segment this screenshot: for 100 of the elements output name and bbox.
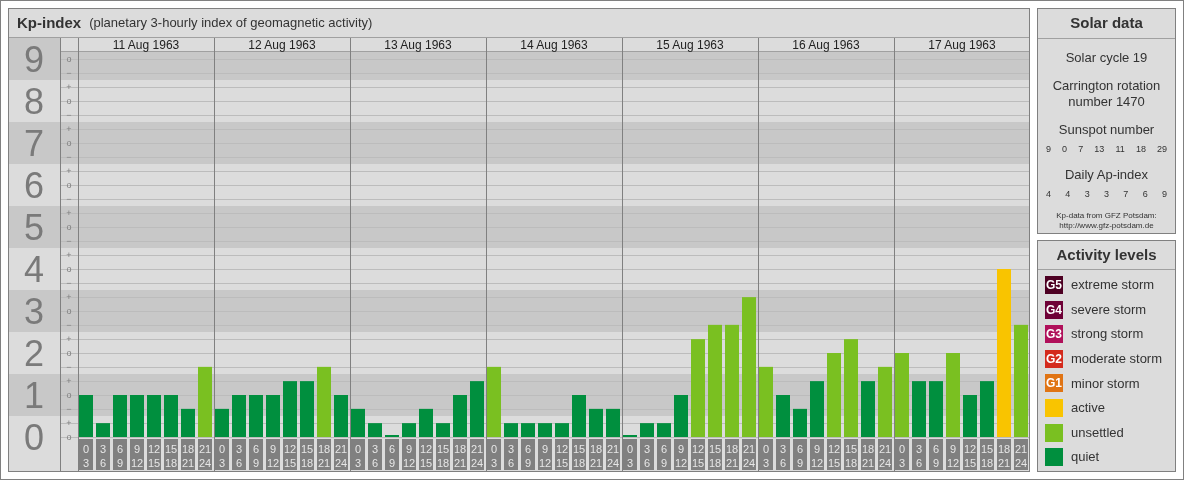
hour-range-label: 0 3 (351, 439, 365, 470)
ap-value: 9 (1161, 188, 1167, 201)
hour-range-label: 21 24 (742, 439, 756, 470)
x-tick-label: 12 15 (419, 443, 433, 469)
x-tick-label: 15 18 (300, 443, 314, 469)
x-tick-label: 18 21 (453, 443, 467, 469)
minor-tick-label: o (66, 222, 72, 232)
x-tick-label: 9 12 (538, 443, 552, 469)
x-tick-label: 21 24 (742, 443, 756, 469)
hour-range-label: 12 15 (963, 439, 977, 470)
hour-range-label: 21 24 (1014, 439, 1028, 470)
x-tick-label: 6 9 (932, 443, 940, 469)
minor-tick-label: + (66, 250, 72, 260)
x-tick-label: 9 12 (810, 443, 824, 469)
y-axis-label: 3 (24, 291, 44, 332)
sunspot-label: Sunspot number (1058, 120, 1155, 139)
minor-tick-label: − (66, 236, 72, 246)
kp-bar (606, 408, 620, 437)
minor-tick-label: + (66, 376, 72, 386)
minor-tick-label: + (66, 124, 72, 134)
hour-range-label: 15 18 (708, 439, 722, 470)
hour-range-label: 12 15 (283, 439, 297, 470)
level-label: active (1071, 399, 1105, 418)
kp-bar (453, 395, 467, 437)
level-label: severe storm (1071, 300, 1147, 319)
y-axis-label: 4 (24, 249, 44, 290)
x-tick-label: 18 21 (861, 443, 875, 469)
kp-bar (674, 395, 688, 437)
hour-range-label: 6 9 (929, 439, 943, 470)
ap-index-label: Daily Ap-index (1064, 165, 1149, 184)
x-tick-label: 21 24 (334, 443, 348, 469)
hour-range-label: 0 3 (79, 439, 93, 470)
minor-tick-label: − (66, 404, 72, 414)
x-tick-label: 21 24 (470, 443, 484, 469)
minor-tick-label: + (66, 292, 72, 302)
x-tick-label: 21 24 (198, 443, 212, 469)
x-tick-label: 18 21 (317, 443, 331, 469)
kp-bar (181, 408, 195, 437)
kp-bar (436, 423, 450, 437)
hour-range-label: 6 9 (385, 439, 399, 470)
x-tick-label: 12 15 (963, 443, 977, 469)
hour-range-label: 15 18 (980, 439, 994, 470)
hour-range-label: 6 9 (249, 439, 263, 470)
sunspot-value: 11 (1115, 143, 1125, 156)
hour-range-label: 18 21 (725, 439, 739, 470)
x-tick-label: 18 21 (181, 443, 195, 469)
level-swatch: G5 (1045, 276, 1063, 294)
kp-bar (198, 366, 212, 437)
kp-bar (351, 408, 365, 437)
kp-bar (300, 381, 314, 437)
kp-bar (147, 395, 161, 437)
hour-range-label: 9 12 (538, 439, 552, 470)
hour-range-label: 0 3 (759, 439, 773, 470)
minor-tick-label: − (66, 362, 72, 372)
x-tick-label: 3 6 (235, 443, 243, 469)
hour-range-label: 0 3 (623, 439, 637, 470)
kp-bar (878, 366, 892, 437)
sunspot-value: 18 (1135, 143, 1146, 156)
x-tick-label: 6 9 (388, 443, 396, 469)
hour-range-label: 9 12 (266, 439, 280, 470)
kp-bar (640, 423, 654, 437)
x-tick-label: 6 9 (660, 443, 668, 469)
hour-range-label: 21 24 (334, 439, 348, 470)
kp-bar (164, 395, 178, 437)
minor-tick-label: o (66, 432, 72, 442)
day-label: 15 Aug 1963 (656, 38, 724, 52)
hour-range-label: 3 6 (96, 439, 110, 470)
hour-range-label: 12 15 (419, 439, 433, 470)
hour-range-label: 6 9 (113, 439, 127, 470)
kp-bar (912, 381, 926, 437)
level-swatch: G1 (1045, 374, 1063, 393)
x-tick-label: 6 9 (116, 443, 124, 469)
kp-bar (283, 381, 297, 437)
hour-range-label: 3 6 (368, 439, 382, 470)
sunspot-value: 29 (1157, 143, 1167, 156)
x-tick-label: 12 15 (555, 443, 569, 469)
ap-value: 7 (1123, 188, 1129, 201)
minor-tick-label: + (66, 166, 72, 176)
minor-tick-label: o (66, 348, 72, 358)
carrington-text: Carrington rotation number 1470 (1051, 77, 1162, 110)
hour-range-label: 6 9 (521, 439, 535, 470)
minor-tick-label: − (66, 68, 72, 78)
x-tick-label: 15 18 (572, 443, 586, 469)
y-axis-label: 9 (24, 39, 44, 80)
kp-bar (504, 423, 518, 437)
x-tick-label: 12 15 (691, 443, 705, 469)
kp-bar (215, 408, 229, 437)
day-label: 12 Aug 1963 (248, 38, 316, 52)
kp-bar (249, 395, 263, 437)
kp-bar (555, 423, 569, 437)
x-tick-label: 6 9 (524, 443, 532, 469)
day-label: 11 Aug 1963 (112, 38, 180, 52)
sunspot-value: 9 (1046, 143, 1051, 156)
kp-bar (776, 395, 790, 437)
x-tick-label: 3 6 (643, 443, 651, 469)
credit-text: Kp-data from GFZ Potsdam: (1056, 210, 1157, 221)
x-tick-label: 0 3 (762, 443, 770, 469)
x-tick-label: 9 12 (946, 443, 960, 469)
kp-bar (96, 423, 110, 437)
x-tick-label: 0 3 (218, 443, 226, 469)
